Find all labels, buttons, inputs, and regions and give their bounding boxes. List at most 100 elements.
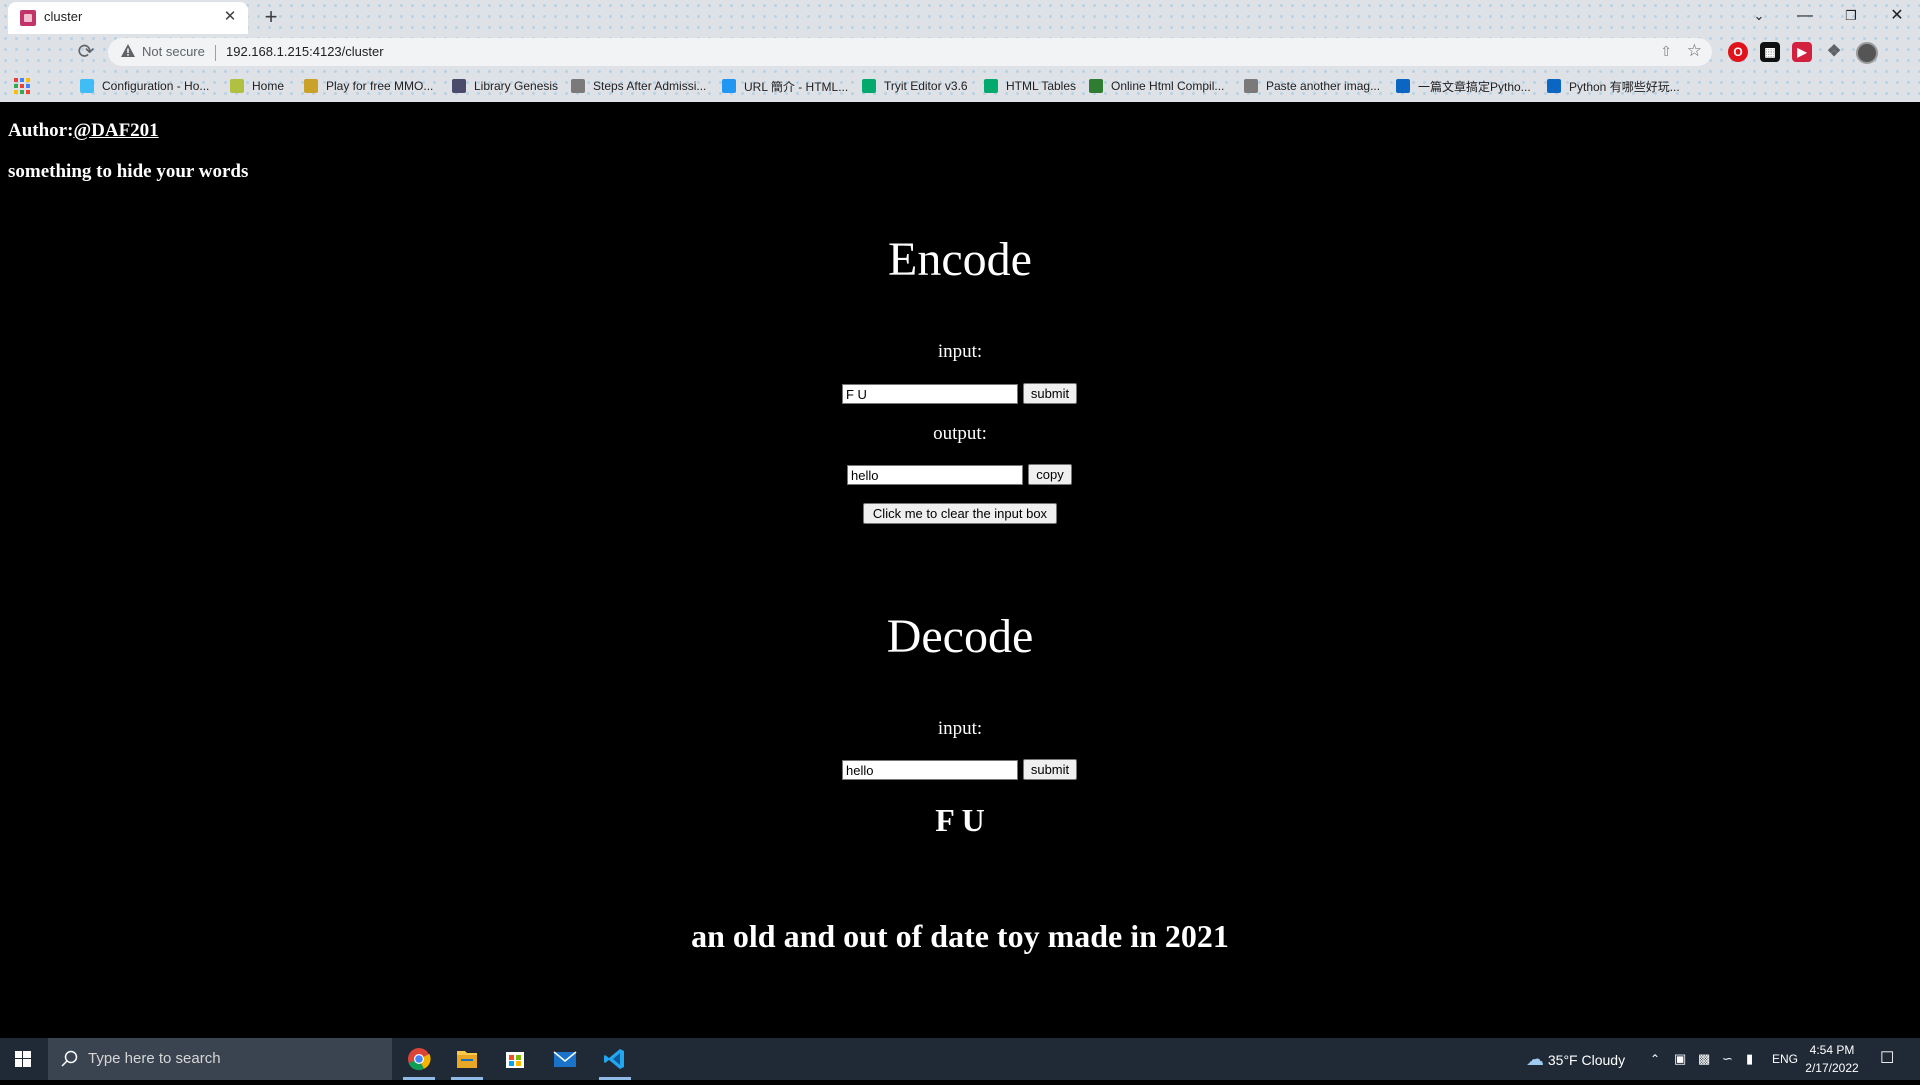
bookmark-item[interactable]: 一篇文章搞定Pytho...: [1396, 76, 1531, 96]
encode-output-field[interactable]: [847, 465, 1023, 485]
bookmark-item[interactable]: Python 有哪些好玩...: [1547, 76, 1680, 96]
store-icon: [506, 1052, 524, 1068]
clock-time: 4:54 PM: [1809, 1043, 1855, 1057]
encode-heading: Encode: [888, 233, 1032, 286]
apps-grid-icon[interactable]: [14, 78, 30, 94]
notifications-icon[interactable]: ☐: [1880, 1038, 1894, 1080]
decode-heading: Decode: [886, 610, 1034, 663]
decode-submit-button[interactable]: submit: [1023, 759, 1077, 780]
bookmark-item[interactable]: Play for free MMO...: [304, 76, 433, 96]
taskbar-search-box[interactable]: Type here to search: [48, 1038, 392, 1080]
code-icon: [1089, 79, 1103, 93]
zhihu-icon: [1547, 79, 1561, 93]
profile-avatar[interactable]: [1856, 42, 1878, 64]
bookmark-item[interactable]: Home: [230, 76, 284, 96]
tab-search-chevron-icon[interactable]: ⌄: [1736, 2, 1782, 30]
tab-title: cluster: [44, 9, 83, 24]
opera-icon[interactable]: O: [1728, 42, 1748, 62]
window-close-button[interactable]: ✕: [1874, 2, 1920, 30]
restore-button[interactable]: ❐: [1828, 2, 1874, 30]
decode-input-label: input:: [937, 718, 983, 739]
zhihu-icon: [1396, 79, 1410, 93]
page-content: Author:@DAF201 something to hide your wo…: [0, 102, 1920, 1038]
home-assistant-icon: [80, 79, 94, 93]
bookmark-item[interactable]: Steps After Admissi...: [571, 76, 706, 96]
file-explorer-taskbar-button[interactable]: [443, 1038, 491, 1080]
wifi-icon[interactable]: ∽: [1722, 1038, 1733, 1080]
bookmark-item[interactable]: Library Genesis: [452, 76, 558, 96]
mail-taskbar-button[interactable]: [541, 1038, 589, 1080]
bookmark-label: Library Genesis: [474, 79, 559, 93]
bookmark-label: Configuration - Ho...: [102, 79, 210, 93]
minimize-button[interactable]: —: [1782, 2, 1828, 30]
new-tab-button[interactable]: +: [258, 4, 284, 30]
search-placeholder: Type here to search: [88, 1050, 221, 1067]
copy-button[interactable]: copy: [1028, 464, 1072, 485]
windows-logo-icon: [15, 1051, 31, 1067]
bookmark-label: 一篇文章搞定Pytho...: [1418, 79, 1531, 94]
address-bar[interactable]: Not secure 192.168.1.215:4123/cluster ⇧ …: [108, 38, 1712, 66]
vscode-taskbar-button[interactable]: [591, 1038, 639, 1080]
author-prefix: Author:: [8, 120, 74, 141]
language-indicator[interactable]: ENG: [1772, 1038, 1798, 1080]
bookmark-item[interactable]: Tryit Editor v3.6: [862, 76, 968, 96]
author-link[interactable]: @DAF201: [73, 120, 158, 141]
tab-favicon-icon: [20, 10, 36, 26]
bookmark-item[interactable]: URL 簡介 - HTML...: [722, 76, 848, 96]
bookmark-label: Python 有哪些好玩...: [1569, 79, 1680, 94]
share-icon[interactable]: ⇧: [1660, 43, 1672, 60]
bookmark-label: HTML Tables: [1006, 79, 1077, 93]
bookmark-item[interactable]: Configuration - Ho...: [80, 76, 209, 96]
clear-input-button[interactable]: Click me to clear the input box: [863, 503, 1057, 524]
bookmark-label: Online Html Compil...: [1111, 79, 1225, 93]
windows-taskbar: Type here to search ☁ 35°F Cloudy ⌃ ▣ ▩ …: [0, 1038, 1920, 1080]
encode-submit-button[interactable]: submit: [1023, 383, 1077, 404]
chrome-icon: [408, 1048, 431, 1071]
encode-input[interactable]: [842, 384, 1018, 404]
weather-text: 35°F Cloudy: [1547, 1052, 1626, 1068]
meet-now-icon[interactable]: ▣: [1674, 1038, 1686, 1080]
game-icon: [304, 79, 318, 93]
author-line: Author:@DAF201: [8, 120, 159, 142]
globe-icon: [571, 79, 585, 93]
tab-strip: cluster ✕ + ⌄ — ❐ ✕: [0, 0, 1920, 34]
w3-icon: [722, 79, 736, 93]
browser-chrome: cluster ✕ + ⌄ — ❐ ✕ ⟳ Not secure 192.168…: [0, 0, 1920, 102]
bookmark-label: Steps After Admissi...: [593, 79, 707, 93]
bookmark-star-icon[interactable]: ☆: [1687, 41, 1702, 61]
vscode-icon: [604, 1049, 624, 1069]
url-text[interactable]: 192.168.1.215:4123/cluster: [226, 44, 384, 59]
extension-red-icon[interactable]: ▶: [1792, 42, 1812, 62]
tab-cluster[interactable]: cluster ✕: [8, 2, 248, 34]
w3schools-icon: [862, 79, 876, 93]
omnibox-divider: [215, 45, 216, 61]
weather-widget[interactable]: ☁ 35°F Cloudy: [1526, 1038, 1625, 1080]
security-status[interactable]: Not secure: [142, 44, 205, 59]
browser-toolbar: ⟳ Not secure 192.168.1.215:4123/cluster …: [0, 34, 1920, 70]
footer-text: an old and out of date toy made in 2021: [691, 918, 1229, 954]
globe-icon: [1244, 79, 1258, 93]
close-tab-icon[interactable]: ✕: [220, 7, 240, 27]
decode-input[interactable]: [842, 760, 1018, 780]
bookmark-item[interactable]: HTML Tables: [984, 76, 1076, 96]
cloud-icon: ☁: [1526, 1049, 1544, 1069]
bookmark-label: URL 簡介 - HTML...: [744, 79, 849, 94]
w3schools-icon: [984, 79, 998, 93]
bookmark-item[interactable]: Paste another imag...: [1244, 76, 1380, 96]
bookmark-label: Tryit Editor v3.6: [884, 79, 968, 93]
extensions-puzzle-icon[interactable]: ❖: [1824, 42, 1844, 62]
clock-date: 2/17/2022: [1805, 1061, 1859, 1075]
decoded-result: F U: [935, 802, 985, 838]
screen-icon[interactable]: ▩: [1698, 1038, 1710, 1080]
search-icon: [61, 1050, 78, 1067]
extension-box-icon[interactable]: ▦: [1760, 42, 1780, 62]
battery-icon[interactable]: ▮: [1746, 1038, 1753, 1080]
bookmark-item[interactable]: Online Html Compil...: [1089, 76, 1224, 96]
taskbar-clock[interactable]: 4:54 PM 2/17/2022: [1802, 1041, 1862, 1077]
bookmark-label: Home: [252, 79, 285, 93]
store-taskbar-button[interactable]: [491, 1038, 539, 1080]
show-hidden-icons-chevron-icon[interactable]: ⌃: [1650, 1038, 1660, 1080]
reload-icon[interactable]: ⟳: [72, 38, 100, 66]
start-button[interactable]: [0, 1038, 46, 1080]
chrome-taskbar-button[interactable]: [395, 1038, 443, 1080]
